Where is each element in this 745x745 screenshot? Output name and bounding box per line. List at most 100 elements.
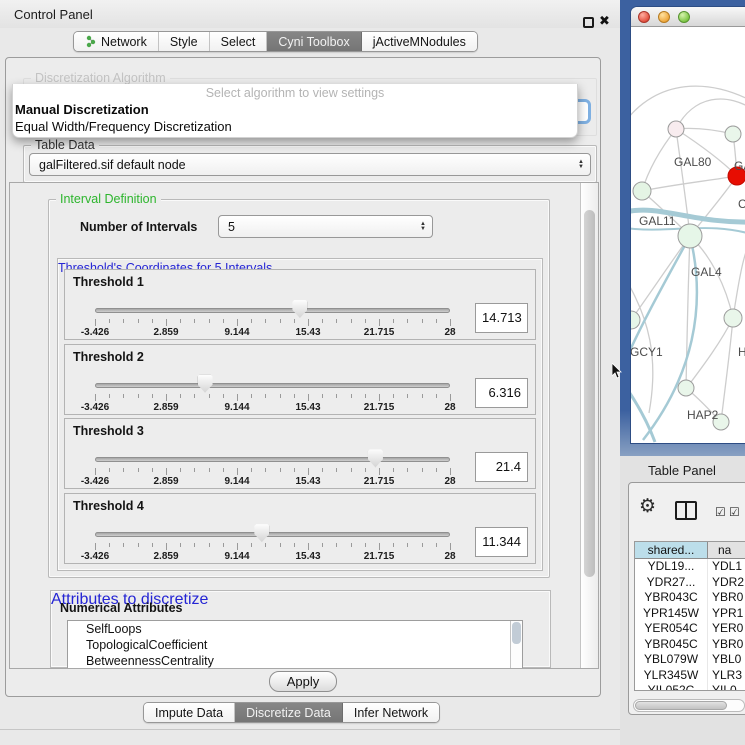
tab-jactivemnodules[interactable]: jActiveMNodules — [362, 32, 477, 51]
cell-shared-name[interactable]: YER054C — [635, 621, 708, 637]
threshold-value-field[interactable]: 11.344 — [475, 527, 528, 557]
cell-name[interactable]: YER0 — [708, 621, 745, 637]
attribute-list-item[interactable]: TopologicalCoefficient — [68, 637, 522, 653]
network-node[interactable] — [631, 311, 640, 329]
table-row[interactable]: YBR045CYBR0 — [635, 637, 745, 653]
network-edge[interactable] — [642, 129, 676, 191]
algorithm-option-equal-width[interactable]: Equal Width/Frequency Discretization — [15, 119, 232, 134]
cell-shared-name[interactable]: YBL079W — [635, 652, 708, 668]
table-row[interactable]: YBR043CYBR0 — [635, 590, 745, 606]
threshold-coordinates-group: Threshold's Coordinates for 5 Intervals … — [57, 258, 543, 571]
slider-track[interactable] — [95, 383, 450, 388]
network-edge[interactable] — [642, 176, 737, 191]
tab-infer-network[interactable]: Infer Network — [343, 703, 439, 722]
cell-shared-name[interactable]: YBR043C — [635, 590, 708, 606]
table-data-combo[interactable]: galFiltered.sif default node ▲▼ — [29, 153, 591, 176]
cell-shared-name[interactable]: YBR045C — [635, 637, 708, 653]
network-node[interactable] — [668, 121, 684, 137]
network-view-window[interactable]: GAL80GACGAL11GAL4GCY1HHAP2 — [631, 7, 745, 443]
tab-discretize-data[interactable]: Discretize Data — [235, 703, 343, 722]
slider-tick — [109, 468, 110, 472]
slider-track[interactable] — [95, 532, 450, 537]
threshold-value-field[interactable]: 14.713 — [475, 303, 528, 333]
tab-cyni-toolbox[interactable]: Cyni Toolbox — [267, 32, 361, 51]
zoom-traffic-light-icon[interactable] — [678, 11, 690, 23]
table-row[interactable]: YBL079WYBL0 — [635, 652, 745, 668]
slider-tick — [393, 394, 394, 398]
attributes-scrollbar-thumb[interactable] — [512, 622, 521, 644]
column-layout-icon[interactable] — [675, 501, 697, 520]
checkbox-icon[interactable]: ☑ — [729, 505, 740, 519]
table-horizontal-scrollbar[interactable] — [633, 699, 745, 712]
network-window-titlebar[interactable] — [631, 7, 745, 27]
minimize-traffic-light-icon[interactable] — [658, 11, 670, 23]
slider-thumb[interactable] — [292, 300, 307, 318]
cell-shared-name[interactable]: YDL19... — [635, 559, 708, 575]
network-edge[interactable] — [686, 236, 690, 388]
cell-name[interactable]: YDR2 — [708, 575, 745, 591]
column-header-name[interactable]: na — [708, 542, 745, 558]
cell-name[interactable]: YIL0 — [708, 683, 745, 691]
table-hscrollbar-thumb[interactable] — [635, 701, 727, 710]
slider-thumb[interactable] — [368, 449, 383, 467]
numerical-attributes-list[interactable]: SelfLoopsTopologicalCoefficientBetweenne… — [67, 620, 523, 669]
table-row[interactable]: YPR145WYPR1 — [635, 606, 745, 622]
slider-track[interactable] — [95, 308, 450, 313]
slider-thumb[interactable] — [254, 524, 269, 542]
network-edge[interactable] — [676, 128, 733, 134]
network-edge[interactable] — [631, 86, 745, 122]
tab-style[interactable]: Style — [159, 32, 210, 51]
network-canvas[interactable]: GAL80GACGAL11GAL4GCY1HHAP2 — [631, 28, 745, 443]
cell-name[interactable]: YPR1 — [708, 606, 745, 622]
cell-name[interactable]: YBR0 — [708, 637, 745, 653]
vertical-scrollbar[interactable] — [580, 183, 598, 668]
tab-select[interactable]: Select — [210, 32, 268, 51]
network-node[interactable] — [633, 182, 651, 200]
network-edge[interactable] — [721, 318, 733, 422]
network-node[interactable] — [725, 126, 741, 142]
cell-shared-name[interactable]: YPR145W — [635, 606, 708, 622]
table-row[interactable]: YER054CYER0 — [635, 621, 745, 637]
threshold-value-field[interactable]: 21.4 — [475, 452, 528, 482]
network-edge[interactable] — [676, 129, 690, 236]
table-row[interactable]: YIL052CYIL0 — [635, 683, 745, 691]
network-edge[interactable] — [733, 226, 745, 318]
network-node[interactable] — [678, 224, 702, 248]
slider-track[interactable] — [95, 457, 450, 462]
slider-tick — [365, 468, 366, 472]
column-header-shared-name[interactable]: shared... — [635, 542, 708, 558]
cell-name[interactable]: YBR0 — [708, 590, 745, 606]
cell-name[interactable]: YDL1 — [708, 559, 745, 575]
table-row[interactable]: YDR27...YDR2 — [635, 575, 745, 591]
cell-name[interactable]: YLR3 — [708, 668, 745, 684]
table-row[interactable]: YLR345WYLR3 — [635, 668, 745, 684]
close-traffic-light-icon[interactable] — [638, 11, 650, 23]
cell-shared-name[interactable]: YIL052C — [635, 683, 708, 691]
tab-network[interactable]: Network — [74, 32, 159, 51]
algorithm-option-manual[interactable]: Manual Discretization — [15, 102, 149, 117]
table-row[interactable]: YDL19...YDL1 — [635, 559, 745, 575]
threshold-value-field[interactable]: 6.316 — [475, 378, 528, 408]
network-node[interactable] — [678, 380, 694, 396]
apply-button[interactable]: Apply — [269, 671, 337, 692]
network-node[interactable] — [724, 309, 742, 327]
slider-tick — [336, 468, 337, 472]
checkbox-icon[interactable]: ☑ — [715, 505, 726, 519]
attributes-list-scrollbar[interactable] — [510, 621, 522, 669]
attribute-list-item[interactable]: SelfLoops — [68, 621, 522, 637]
slider-tick — [450, 319, 451, 326]
gear-icon[interactable]: ⚙ — [639, 495, 656, 518]
network-edge[interactable] — [631, 236, 690, 362]
close-icon[interactable]: ✖ — [599, 13, 610, 29]
attribute-list-item[interactable]: BetweennessCentrality — [68, 653, 522, 669]
slider-thumb[interactable] — [198, 375, 213, 393]
algorithm-placeholder-option[interactable]: Select algorithm to view settings — [13, 86, 577, 100]
vertical-scrollbar-thumb[interactable] — [584, 210, 595, 577]
cell-name[interactable]: YBL0 — [708, 652, 745, 668]
number-of-intervals-combo[interactable]: 5 ▲▼ — [218, 215, 433, 238]
cell-shared-name[interactable]: YDR27... — [635, 575, 708, 591]
tab-impute-data[interactable]: Impute Data — [144, 703, 235, 722]
float-window-icon[interactable] — [583, 17, 594, 28]
network-edge[interactable] — [676, 99, 745, 129]
cell-shared-name[interactable]: YLR345W — [635, 668, 708, 684]
